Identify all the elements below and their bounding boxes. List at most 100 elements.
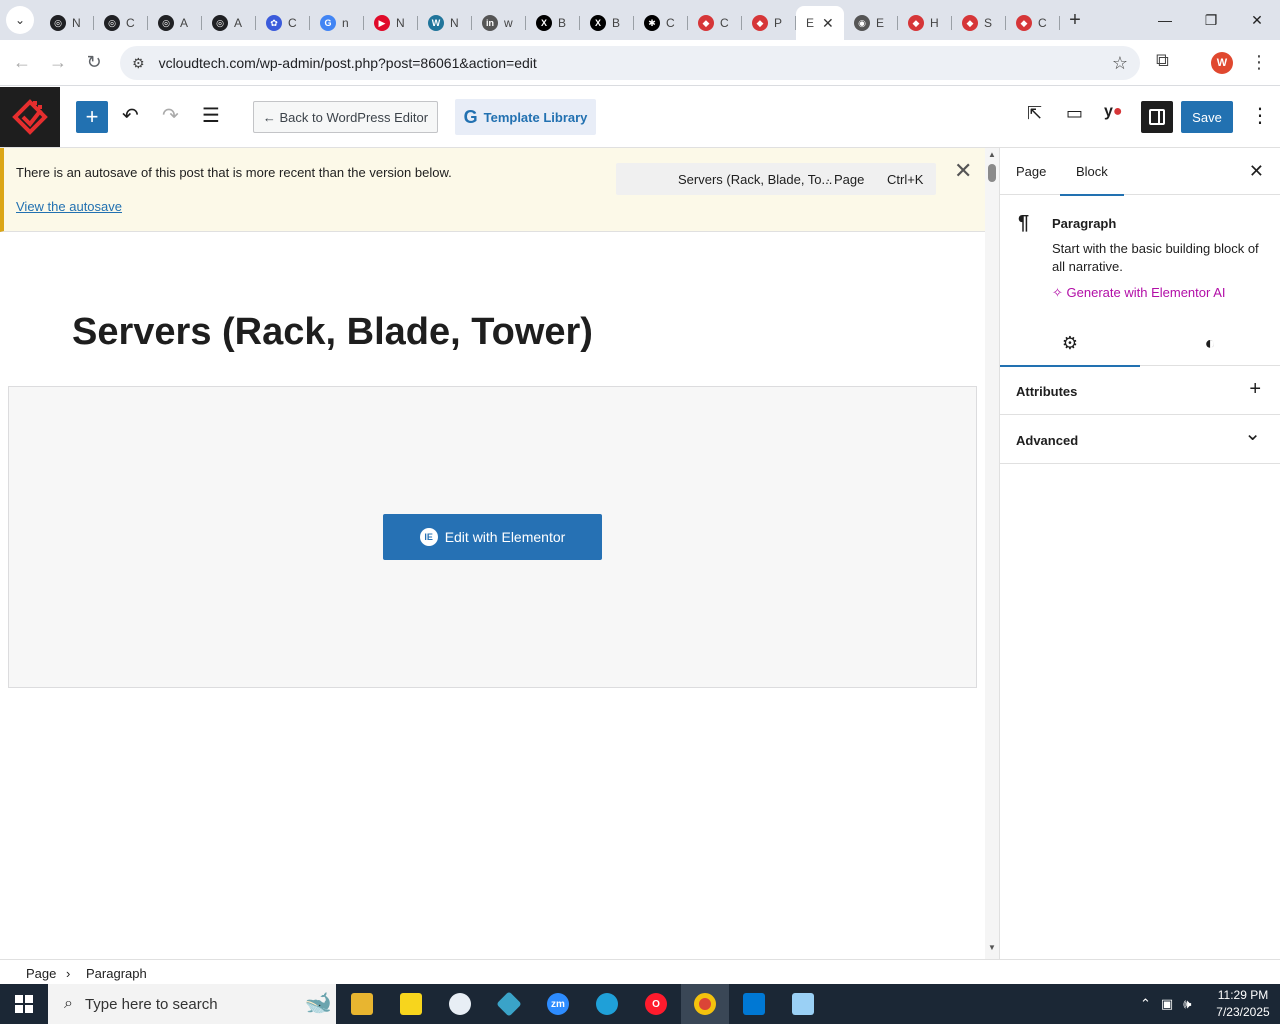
attributes-label: Attributes — [1016, 384, 1078, 399]
breadcrumb-paragraph[interactable]: Paragraph — [86, 966, 147, 981]
browser-tab-strip: ⌄ ◎ N ◎ C ◎ A ◎ A ✿ C Gn ▶ N W Nin w X B X B ✱ C ◆ C ◆ P E ✕ ◉ E ◆ H ◆ S ◆… — [0, 0, 1280, 40]
network-icon[interactable]: ▣ — [1161, 996, 1173, 1012]
save-button[interactable]: Save — [1181, 101, 1233, 133]
scroll-up-icon[interactable]: ▲ — [988, 150, 996, 159]
tab-favicon-icon: ◎ — [104, 15, 120, 31]
redo-icon[interactable]: ↷ — [162, 103, 179, 128]
post-title[interactable]: Servers (Rack, Blade, Tower) — [72, 311, 593, 354]
tab-search-button[interactable]: ⌄ — [0, 0, 40, 40]
browser-tab[interactable]: in w — [472, 6, 526, 40]
browser-tab[interactable]: ◆ P — [742, 6, 796, 40]
reload-icon[interactable]: ↻ — [76, 45, 112, 81]
breadcrumb-separator-icon: › — [66, 966, 71, 981]
chrome-icon[interactable] — [681, 984, 729, 1024]
yoast-seo-icon[interactable]: y● — [1104, 103, 1123, 121]
forward-icon[interactable]: → — [40, 45, 76, 81]
styles-tab[interactable]: ◐ — [1140, 320, 1280, 366]
windows-start-icon[interactable] — [0, 984, 48, 1024]
tab-title: C — [666, 16, 675, 30]
block-inserter-button[interactable]: + — [76, 101, 108, 133]
browser-tab[interactable]: ▶ N — [364, 6, 418, 40]
new-tab-button[interactable]: + — [1060, 9, 1090, 32]
close-sidebar-icon[interactable]: ✕ — [1249, 161, 1264, 182]
minimize-icon[interactable]: — — [1142, 0, 1188, 40]
close-tab-icon[interactable]: ✕ — [822, 15, 834, 32]
opera-icon[interactable]: O — [632, 984, 680, 1024]
browser-tab[interactable]: Gn — [310, 6, 364, 40]
template-library-label: Template Library — [483, 109, 588, 125]
show-hidden-icons-icon[interactable]: ⌃ — [1140, 996, 1151, 1012]
browser-menu-icon[interactable]: ⋮ — [1250, 52, 1268, 73]
clock-date: 7/23/2025 — [1216, 1005, 1270, 1019]
preview-device-icon[interactable]: ▭ — [1066, 103, 1083, 124]
bookmark-star-icon[interactable]: ☆ — [1112, 53, 1128, 74]
vscode-icon[interactable] — [730, 984, 778, 1024]
site-info-icon[interactable]: ⚙ — [132, 55, 145, 72]
breadcrumb-page[interactable]: Page — [26, 966, 56, 981]
chevron-down-icon: ⌄ — [1244, 423, 1261, 445]
paragraph-icon: ¶ — [1018, 212, 1030, 234]
command-palette-button[interactable]: Servers (Rack, Blade, To... · Page Ctrl+… — [616, 163, 936, 195]
scroll-down-icon[interactable]: ▼ — [988, 943, 996, 952]
browser-tab[interactable]: ✿ C — [256, 6, 310, 40]
zoom-icon[interactable]: zm — [534, 984, 582, 1024]
browser-tab[interactable]: ◆ C — [1006, 6, 1060, 40]
advanced-label: Advanced — [1016, 433, 1079, 448]
attributes-panel[interactable]: Attributes + — [1000, 366, 1280, 415]
browser-tab[interactable]: ◎ N — [40, 6, 94, 40]
browser-tab[interactable]: XB — [526, 6, 580, 40]
back-icon[interactable]: ← — [4, 45, 40, 81]
tab-list: ◎ N ◎ C ◎ A ◎ A ✿ C Gn ▶ N W Nin w X B X B ✱ C ◆ C ◆ P E ✕ ◉ E ◆ H ◆ S ◆ C — [40, 0, 1060, 40]
browser-tab[interactable]: E ✕ — [796, 6, 844, 40]
edge-icon[interactable] — [583, 984, 631, 1024]
browser-tab[interactable]: ◆ C — [688, 6, 742, 40]
profile-avatar[interactable]: W — [1211, 52, 1233, 74]
browser-tab[interactable]: XB — [580, 6, 634, 40]
view-autosave-link[interactable]: View the autosave — [16, 199, 122, 214]
tab-favicon-icon: ◎ — [158, 15, 174, 31]
url-bar[interactable]: ⚙ vcloudtech.com/wp-admin/post.php?post=… — [120, 46, 1140, 80]
advanced-panel[interactable]: Advanced ⌄ — [1000, 415, 1280, 464]
restore-icon[interactable]: ❐ — [1188, 0, 1234, 40]
close-window-icon[interactable]: ✕ — [1234, 0, 1280, 40]
taskbar-clock[interactable]: 11:29 PM 7/23/2025 — [1208, 987, 1278, 1021]
scrollbar-thumb[interactable] — [988, 164, 996, 182]
browser-tab[interactable]: WN — [418, 6, 472, 40]
browser-tab[interactable]: ◎ A — [202, 6, 256, 40]
search-icon: ⌕ — [64, 995, 73, 1012]
browser-tab[interactable]: ◆ S — [952, 6, 1006, 40]
options-menu-icon[interactable]: ⋮ — [1250, 103, 1270, 128]
browser-tab[interactable]: ◎ A — [148, 6, 202, 40]
browser-tab[interactable]: ◉ E — [844, 6, 898, 40]
generate-with-elementor-ai-link[interactable]: ✧ Generate with Elementor AI — [1052, 285, 1226, 301]
file-explorer-icon[interactable] — [338, 984, 386, 1024]
tab-page[interactable]: Page — [1016, 164, 1046, 179]
settings-sidebar-toggle[interactable] — [1141, 101, 1173, 133]
extensions-icon[interactable]: ⧉ — [1156, 50, 1169, 71]
undo-icon[interactable]: ↶ — [122, 103, 139, 128]
tab-favicon-icon: ✱ — [644, 15, 660, 31]
browser-tab[interactable]: ◎ C — [94, 6, 148, 40]
close-notice-icon[interactable]: ✕ — [954, 158, 972, 184]
notepad-icon[interactable] — [779, 984, 827, 1024]
edit-with-elementor-button[interactable]: IE Edit with Elementor — [383, 514, 602, 560]
tab-block[interactable]: Block — [1060, 164, 1124, 196]
browser-tab[interactable]: ◆ H — [898, 6, 952, 40]
volume-icon[interactable]: 🕪 — [1183, 996, 1191, 1012]
sidebar-tabs: Page Block ✕ — [1000, 148, 1280, 196]
template-library-button[interactable]: G Template Library — [455, 99, 596, 135]
back-to-wordpress-editor-button[interactable]: ← Back to WordPress Editor — [253, 101, 438, 133]
view-post-icon[interactable]: ⇱ — [1027, 103, 1042, 124]
windows-taskbar: ⌕ Type here to search 🐋 zm O ⌃ ▣ 🕪 11:29… — [0, 984, 1280, 1024]
settings-tab[interactable]: ⚙ — [1000, 320, 1140, 367]
browser-tab[interactable]: ✱ C — [634, 6, 688, 40]
document-overview-icon[interactable]: ☰ — [202, 103, 220, 128]
site-logo-icon[interactable] — [0, 87, 60, 147]
paint-icon[interactable] — [436, 984, 484, 1024]
tab-title: N — [396, 16, 405, 30]
ai-sparkle-icon: ✧ — [1052, 285, 1063, 300]
app-diamond-icon[interactable] — [485, 984, 533, 1024]
canvas-scrollbar[interactable]: ▲ ▼ — [985, 148, 999, 959]
sticky-notes-icon[interactable] — [387, 984, 435, 1024]
taskbar-search-input[interactable]: ⌕ Type here to search 🐋 — [48, 984, 336, 1024]
